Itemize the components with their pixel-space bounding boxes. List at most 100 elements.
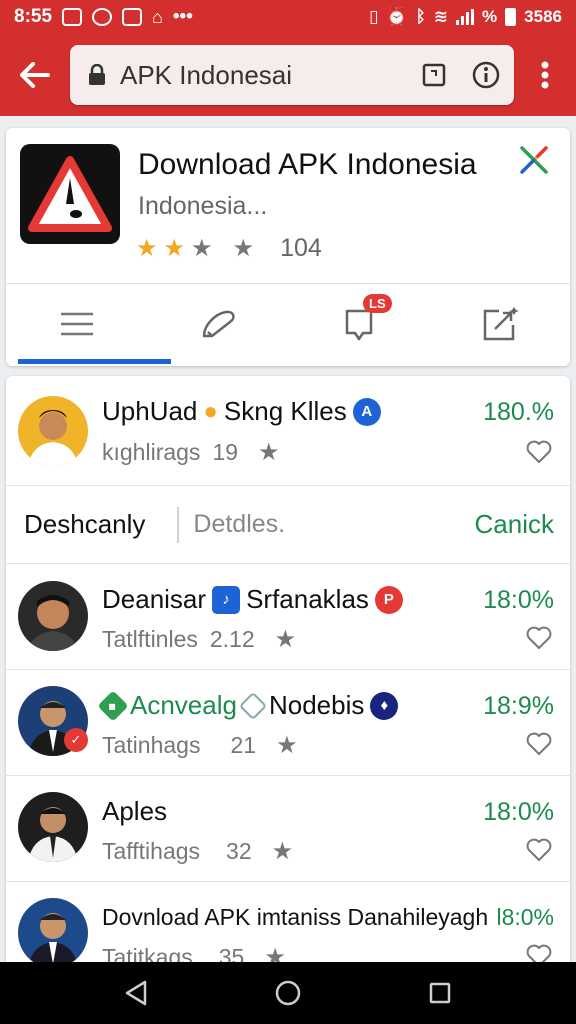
item-title-primary: UphUad [102, 396, 198, 426]
check-badge-icon: ✓ [64, 728, 88, 752]
back-arrow-icon [20, 62, 50, 88]
item-percent: 18:0% [483, 798, 554, 826]
pin-badge-icon: ♦ [370, 691, 399, 720]
app-badge-icon: ♪ [212, 585, 241, 614]
nav-back-button[interactable] [106, 968, 166, 1018]
app-list-card: UphUad ● Skng Klles A kıghlirags 19 ★ 18… [6, 376, 570, 976]
avatar [18, 792, 88, 862]
status-time: 8:55 [14, 6, 53, 27]
more-notifications-icon: ••• [172, 6, 193, 27]
app-rating: ★ ★ ★ ★ 104 [136, 234, 322, 263]
rating-count: 104 [280, 234, 322, 262]
star-icon: ★ [191, 234, 213, 262]
avatar [18, 898, 88, 968]
warning-icon [28, 156, 112, 232]
tab-edit[interactable] [147, 284, 288, 364]
item-meta-label: Tatinhags [102, 732, 201, 758]
item-meta-value: 21 [230, 732, 257, 758]
mail-notification-icon [62, 8, 83, 26]
nav-home-button[interactable] [258, 968, 318, 1018]
list-icon [60, 312, 93, 336]
filter-middle[interactable]: Detdles. [193, 510, 285, 539]
item-meta: Tatlftinles 2.12 ★ [102, 626, 296, 653]
app-icon[interactable] [20, 144, 120, 244]
item-meta-value: 2.12 [209, 626, 255, 652]
star-icon: ★ [136, 234, 158, 262]
browser-toolbar: APK Indonesai [0, 34, 576, 116]
heart-icon[interactable] [526, 626, 552, 650]
alarm-icon: ⏰ [386, 7, 408, 26]
item-meta: Tatinhags 21 ★ [102, 732, 298, 759]
app-subtitle: Indonesia... [138, 192, 268, 220]
list-item[interactable]: UphUad ● Skng Klles A kıghlirags 19 ★ 18… [6, 376, 570, 486]
tab-switcher-icon [422, 63, 446, 87]
info-icon [472, 61, 500, 89]
verified-badge-icon: A [352, 397, 381, 426]
item-title: Deanisar ♪ Srfanaklas P [102, 584, 403, 615]
nav-home-icon [275, 980, 301, 1006]
item-title-secondary: Skng Klles [223, 396, 347, 426]
wifi-icon: ≋ [433, 7, 449, 26]
star-icon: ★ [258, 438, 280, 466]
item-title-primary: Dovnload APK imtaniss Danahileyagh [102, 904, 489, 930]
pinterest-badge-icon: P [374, 585, 403, 614]
item-meta: kıghlirags 19 ★ [102, 439, 280, 466]
item-meta-value: 19 [212, 439, 239, 465]
vibrate-icon: ▯ [369, 7, 379, 26]
tab-share[interactable] [429, 284, 570, 364]
url-text[interactable]: APK Indonesai [120, 60, 398, 91]
tab-switcher-button[interactable] [418, 59, 450, 91]
emoji-icon: ● [203, 397, 218, 425]
app-tabs: LS [6, 283, 570, 364]
item-meta: Tafftihags 32 ★ [102, 838, 293, 865]
back-button[interactable] [0, 34, 70, 116]
heart-icon[interactable] [526, 440, 552, 464]
pencil-icon [202, 310, 235, 338]
list-item[interactable]: ✓ ◆ Acnvealg Nodebis ♦ Tatinhags 21 ★ 18… [6, 670, 570, 776]
item-meta-value: 32 [226, 838, 252, 864]
app-notification-icon [122, 8, 143, 26]
star-icon: ★ [276, 731, 298, 759]
star-icon: ★ [271, 837, 294, 865]
diamond-badge-icon: ◆ [97, 689, 129, 722]
tab-notifications[interactable]: LS [288, 284, 429, 364]
star-icon: ★ [232, 234, 255, 262]
item-title-secondary: Srfanaklas [246, 584, 369, 614]
item-title: ◆ Acnvealg Nodebis ♦ [97, 689, 399, 722]
nav-back-icon [125, 980, 147, 1006]
app-header-card: Download APK Indonesia Indonesia... ★ ★ … [6, 128, 570, 366]
close-button[interactable] [518, 144, 550, 176]
filter-row: Deshcanly Detdles. Canick [6, 486, 570, 564]
overflow-menu-button[interactable] [514, 34, 576, 116]
address-bar[interactable]: APK Indonesai [70, 45, 514, 105]
item-meta-label: Tatlftinles [102, 626, 198, 652]
item-title-primary: Deanisar [102, 584, 207, 614]
item-title-primary: Acnvealg [130, 690, 237, 720]
heart-icon[interactable] [526, 838, 552, 862]
star-icon: ★ [274, 625, 297, 653]
heart-icon[interactable] [526, 732, 552, 756]
tab-list[interactable] [6, 284, 171, 364]
item-percent: 18:9% [483, 692, 554, 720]
filter-divider [177, 506, 180, 543]
item-percent: 180.% [483, 398, 554, 426]
share-icon [483, 307, 519, 341]
item-title-primary: Aples [102, 796, 168, 826]
nav-recents-button[interactable] [410, 968, 470, 1018]
item-title: Dovnload APK imtaniss Danahileyagh [102, 904, 488, 931]
settings-notification-icon [92, 8, 113, 26]
signal-icon [456, 9, 475, 25]
system-nav-bar [0, 962, 576, 1024]
lock-icon [89, 64, 105, 85]
app-title: Download APK Indonesia [138, 148, 477, 181]
filter-left[interactable]: Deshcanly [24, 509, 145, 540]
list-item[interactable]: Aples Tafftihags 32 ★ 18:0% [6, 776, 570, 882]
list-item[interactable]: Deanisar ♪ Srfanaklas P Tatlftinles 2.12… [6, 564, 570, 670]
home-notification-icon: ⌂ [152, 6, 163, 27]
nav-recents-icon [429, 982, 451, 1004]
filter-right-link[interactable]: Canick [475, 509, 554, 540]
info-button[interactable] [470, 59, 502, 91]
item-title: Aples [102, 796, 167, 827]
avatar [18, 396, 88, 466]
item-meta-label: Tafftihags [102, 838, 201, 864]
